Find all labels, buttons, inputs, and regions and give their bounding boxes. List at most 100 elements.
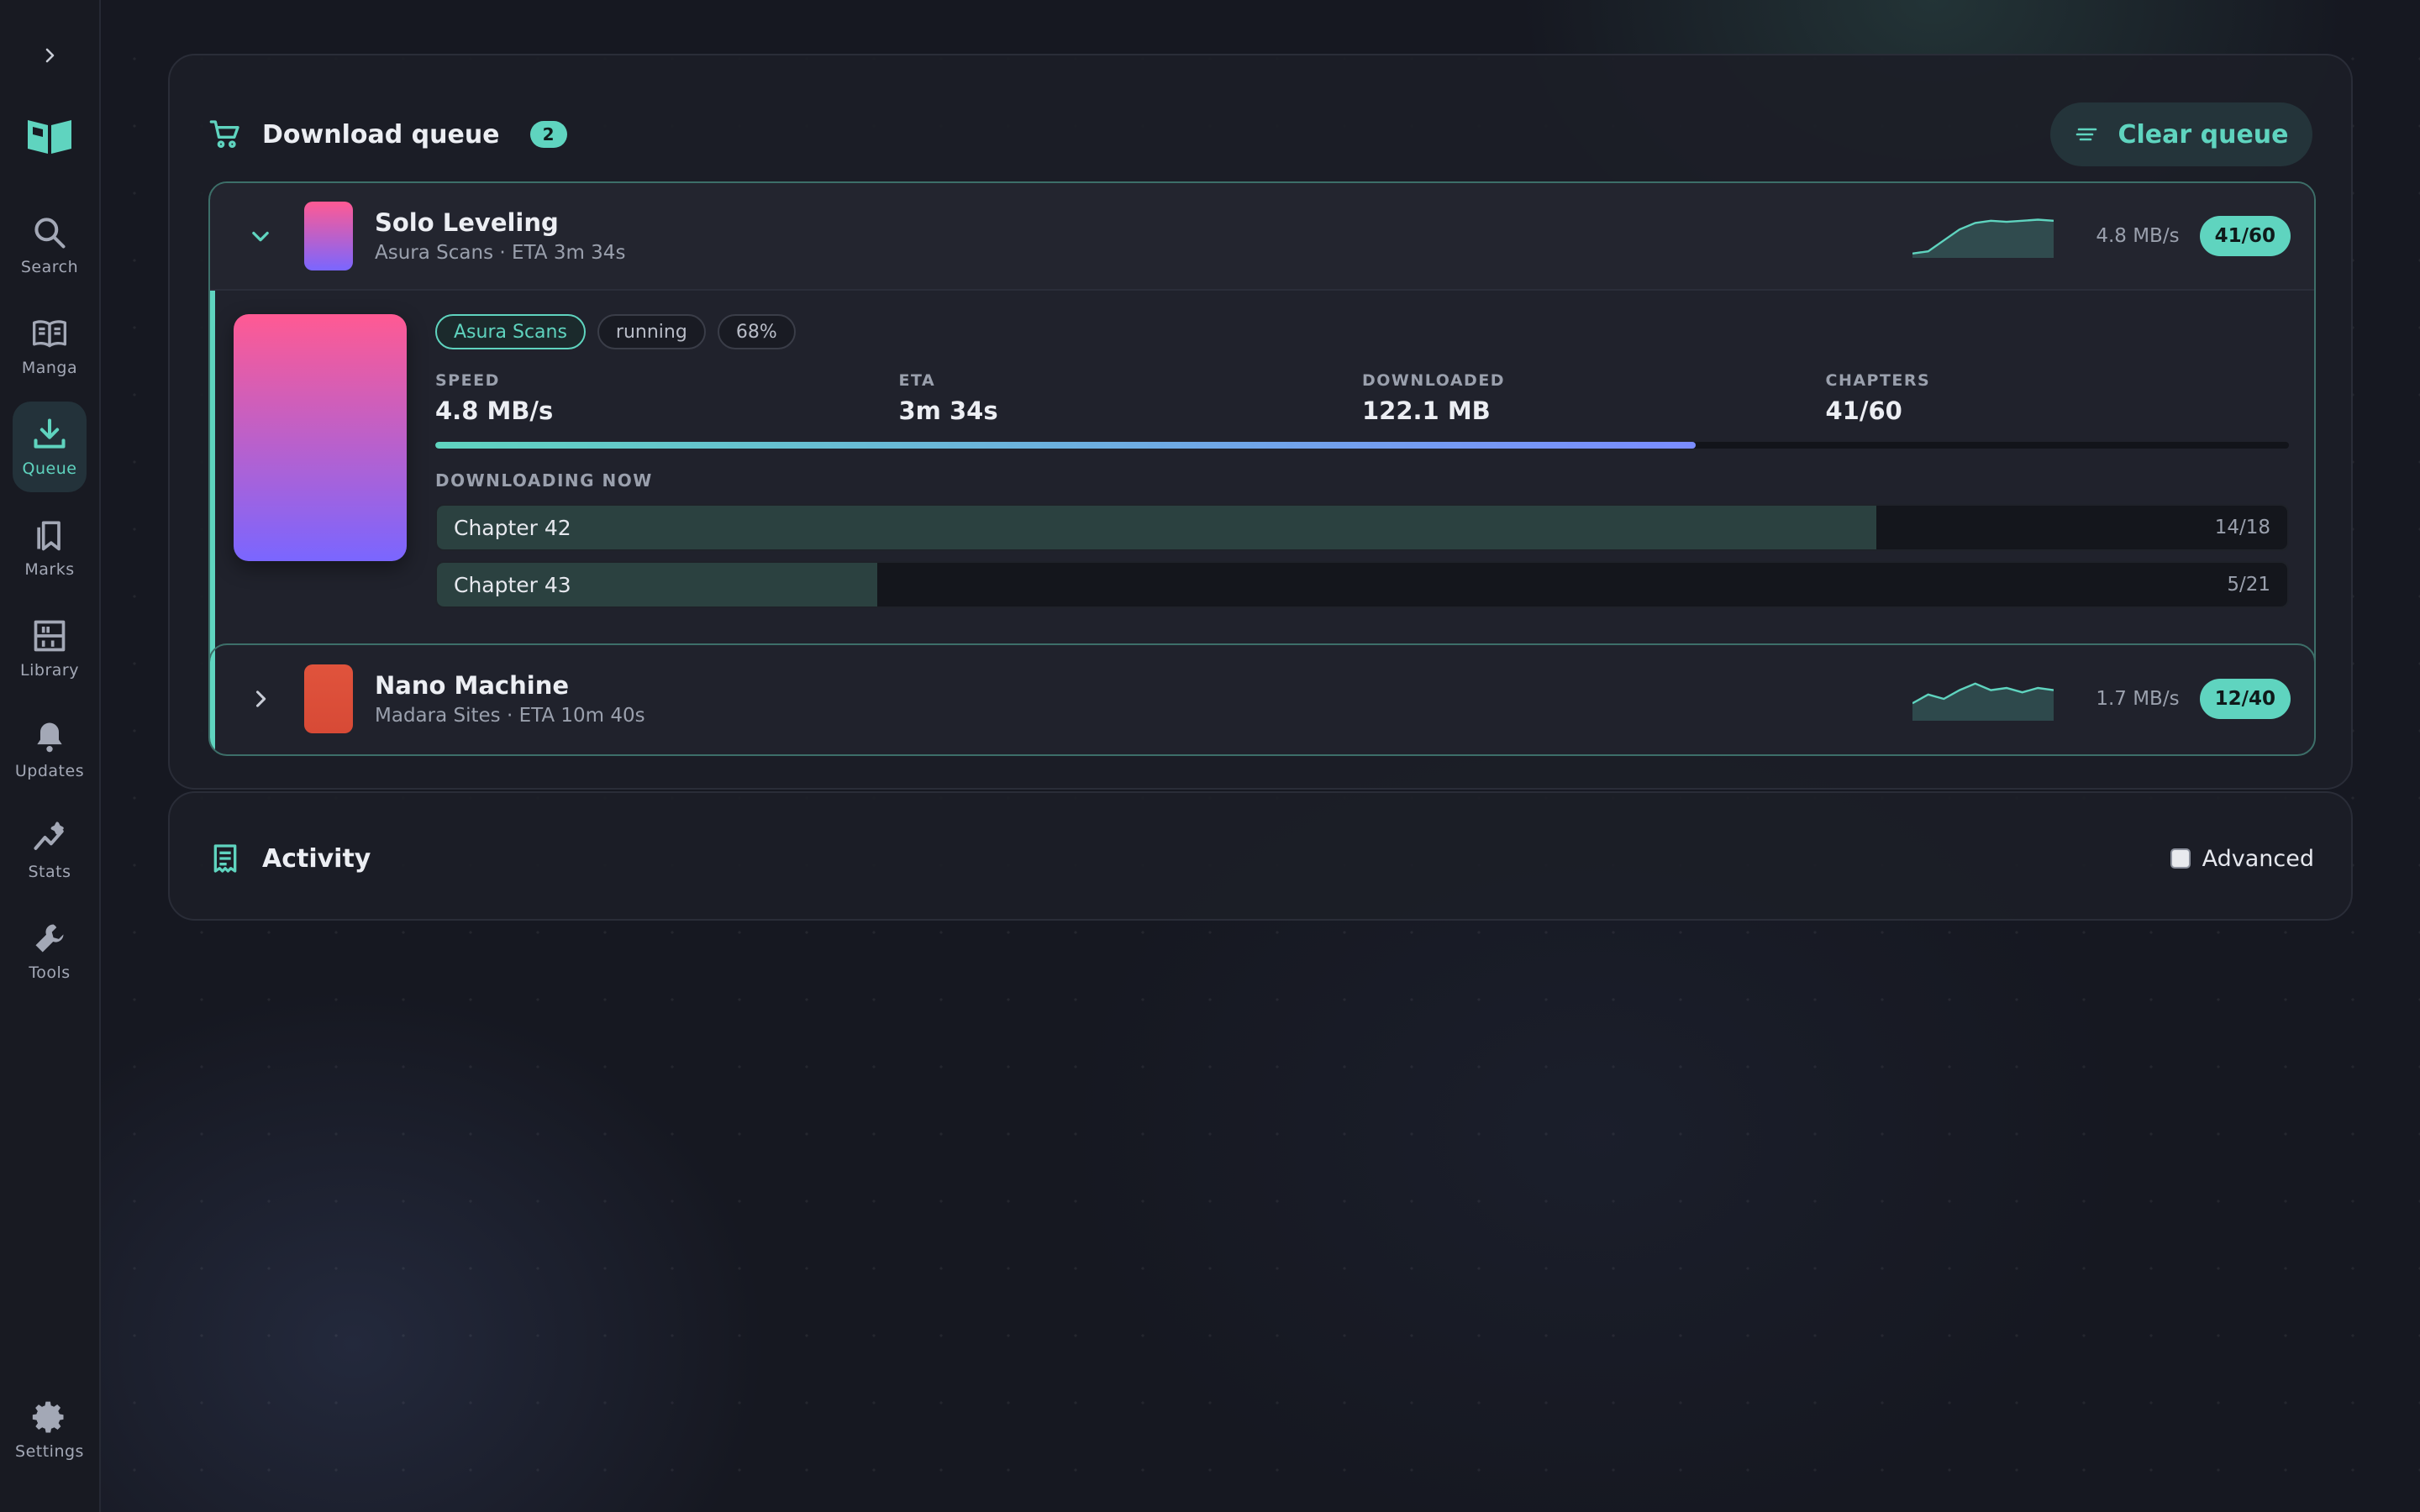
sidebar-item-marks[interactable]: Marks bbox=[13, 502, 87, 593]
chapter-progress-fill bbox=[437, 506, 1877, 549]
sidebar-item-search[interactable]: Search bbox=[13, 200, 87, 291]
collapse-button[interactable] bbox=[240, 216, 281, 256]
manga-subtitle: Madara Sites · ETA 10m 40s bbox=[375, 705, 645, 727]
advanced-toggle[interactable]: Advanced bbox=[2170, 846, 2314, 872]
sidebar-item-library[interactable]: Library bbox=[13, 603, 87, 694]
app-logo[interactable] bbox=[23, 109, 76, 163]
clear-queue-label: Clear queue bbox=[2118, 119, 2289, 150]
overall-progress-bar bbox=[435, 442, 2289, 449]
details-body: Asura Scans running 68% SPEED 4.8 MB/s E… bbox=[435, 314, 2289, 608]
download-speed: 1.7 MB/s bbox=[2096, 688, 2180, 710]
queue-item-header[interactable]: Nano Machine Madara Sites · ETA 10m 40s … bbox=[210, 645, 2314, 753]
clear-queue-button[interactable]: Clear queue bbox=[2050, 102, 2312, 166]
chevron-right-icon bbox=[255, 690, 266, 707]
stat-label: DOWNLOADED bbox=[1362, 371, 1506, 390]
stat-label: ETA bbox=[898, 371, 936, 390]
chevron-right-icon bbox=[45, 48, 55, 63]
sidebar: Search Manga Queue Marks Library Updates… bbox=[0, 0, 101, 1512]
manga-title: Solo Leveling bbox=[375, 208, 559, 237]
downloading-now-label: DOWNLOADING NOW bbox=[435, 470, 653, 491]
advanced-label: Advanced bbox=[2202, 845, 2314, 872]
gear-icon bbox=[32, 1401, 64, 1433]
activity-title: Activity bbox=[262, 843, 371, 874]
sidebar-item-label: Tools bbox=[29, 963, 71, 982]
chapter-progress-row: Chapter 43 5/21 bbox=[435, 561, 2289, 608]
page-title: Download queue bbox=[262, 119, 500, 150]
sidebar-item-updates[interactable]: Updates bbox=[13, 704, 87, 795]
speed-sparkline bbox=[1912, 682, 2054, 721]
stat-label: SPEED bbox=[435, 371, 500, 390]
chart-icon bbox=[34, 822, 64, 850]
cart-icon bbox=[209, 120, 239, 148]
overall-progress-fill bbox=[435, 442, 1697, 449]
queue-item-nano-machine: Nano Machine Madara Sites · ETA 10m 40s … bbox=[208, 643, 2316, 756]
bookmark-icon bbox=[37, 521, 60, 551]
manga-cover bbox=[234, 314, 407, 561]
search-icon bbox=[34, 218, 66, 249]
chevron-down-icon bbox=[252, 231, 269, 242]
sidebar-item-label: Manga bbox=[21, 359, 78, 377]
shelf-icon bbox=[34, 620, 66, 652]
sidebar-item-label: Queue bbox=[22, 459, 77, 478]
download-speed: 4.8 MB/s bbox=[2096, 225, 2180, 247]
activity-card: Activity Advanced bbox=[168, 791, 2353, 921]
chapter-page-count: 5/21 bbox=[2227, 574, 2270, 596]
expand-button[interactable] bbox=[240, 679, 281, 719]
stat-downloaded: DOWNLOADED 122.1 MB bbox=[1362, 371, 1826, 425]
manga-thumbnail bbox=[304, 202, 353, 270]
stat-value: 4.8 MB/s bbox=[435, 396, 554, 425]
chapter-progress-badge: 41/60 bbox=[2199, 216, 2291, 256]
sidebar-item-label: Library bbox=[20, 661, 79, 680]
book-icon bbox=[33, 320, 66, 348]
chapter-page-count: 14/18 bbox=[2214, 517, 2270, 538]
manga-thumbnail bbox=[304, 664, 353, 733]
open-book-logo-icon bbox=[28, 120, 71, 154]
stat-chapters: CHAPTERS 41/60 bbox=[1826, 371, 2290, 425]
queue-item-solo-leveling: Solo Leveling Asura Scans · ETA 3m 34s 4… bbox=[208, 181, 2316, 680]
sidebar-item-label: Settings bbox=[15, 1442, 84, 1461]
wrench-icon bbox=[35, 924, 64, 953]
sidebar-item-label: Marks bbox=[24, 560, 75, 579]
sidebar-item-settings[interactable]: Settings bbox=[13, 1384, 87, 1475]
manga-title: Nano Machine bbox=[375, 671, 570, 700]
queue-count-badge: 2 bbox=[529, 121, 567, 148]
sidebar-item-label: Updates bbox=[14, 762, 85, 780]
speed-sparkline bbox=[1912, 218, 2054, 258]
manga-subtitle: Asura Scans · ETA 3m 34s bbox=[375, 242, 626, 264]
sidebar-nav: Search Manga Queue Marks Library Updates… bbox=[13, 200, 87, 996]
chapter-progress-badge: 12/40 bbox=[2199, 679, 2291, 719]
percent-pill: 68% bbox=[717, 314, 796, 349]
advanced-checkbox[interactable] bbox=[2170, 848, 2191, 869]
download-icon bbox=[34, 418, 66, 449]
chapter-name: Chapter 43 bbox=[454, 572, 571, 597]
stat-value: 3m 34s bbox=[898, 396, 998, 425]
sidebar-item-queue[interactable]: Queue bbox=[13, 402, 87, 492]
download-queue-card: Download queue 2 Clear queue Solo Leveli… bbox=[168, 54, 2353, 790]
stat-speed: SPEED 4.8 MB/s bbox=[435, 371, 899, 425]
activity-header: Activity Advanced bbox=[208, 825, 2314, 892]
queue-header: Download queue 2 Clear queue bbox=[208, 101, 2312, 168]
stat-value: 122.1 MB bbox=[1362, 396, 1491, 425]
bell-icon bbox=[37, 722, 62, 753]
stat-value: 41/60 bbox=[1825, 396, 1902, 425]
stat-eta: ETA 3m 34s bbox=[899, 371, 1363, 425]
queue-item-header[interactable]: Solo Leveling Asura Scans · ETA 3m 34s 4… bbox=[210, 183, 2314, 291]
stat-label: CHAPTERS bbox=[1825, 371, 1931, 390]
chapter-progress-row: Chapter 42 14/18 bbox=[435, 504, 2289, 551]
sidebar-item-tools[interactable]: Tools bbox=[13, 906, 87, 996]
queue-item-text: Solo Leveling Asura Scans · ETA 3m 34s bbox=[375, 208, 625, 264]
sidebar-item-stats[interactable]: Stats bbox=[13, 805, 87, 895]
sidebar-item-label: Stats bbox=[28, 863, 71, 881]
source-pill: Asura Scans bbox=[435, 314, 586, 349]
sort-lines-icon bbox=[2076, 128, 2097, 141]
sidebar-item-label: Search bbox=[20, 258, 79, 276]
queue-item-text: Nano Machine Madara Sites · ETA 10m 40s bbox=[375, 671, 645, 727]
sidebar-expand-button[interactable] bbox=[33, 39, 66, 72]
stats-row: SPEED 4.8 MB/s ETA 3m 34s DOWNLOADED 122… bbox=[435, 371, 2289, 425]
chapter-name: Chapter 42 bbox=[454, 515, 571, 540]
sparkline-area bbox=[1912, 219, 2054, 258]
sidebar-item-manga[interactable]: Manga bbox=[13, 301, 87, 391]
status-pills: Asura Scans running 68% bbox=[435, 314, 2289, 349]
queue-item-details: Asura Scans running 68% SPEED 4.8 MB/s E… bbox=[210, 291, 2314, 679]
receipt-icon bbox=[213, 844, 237, 873]
